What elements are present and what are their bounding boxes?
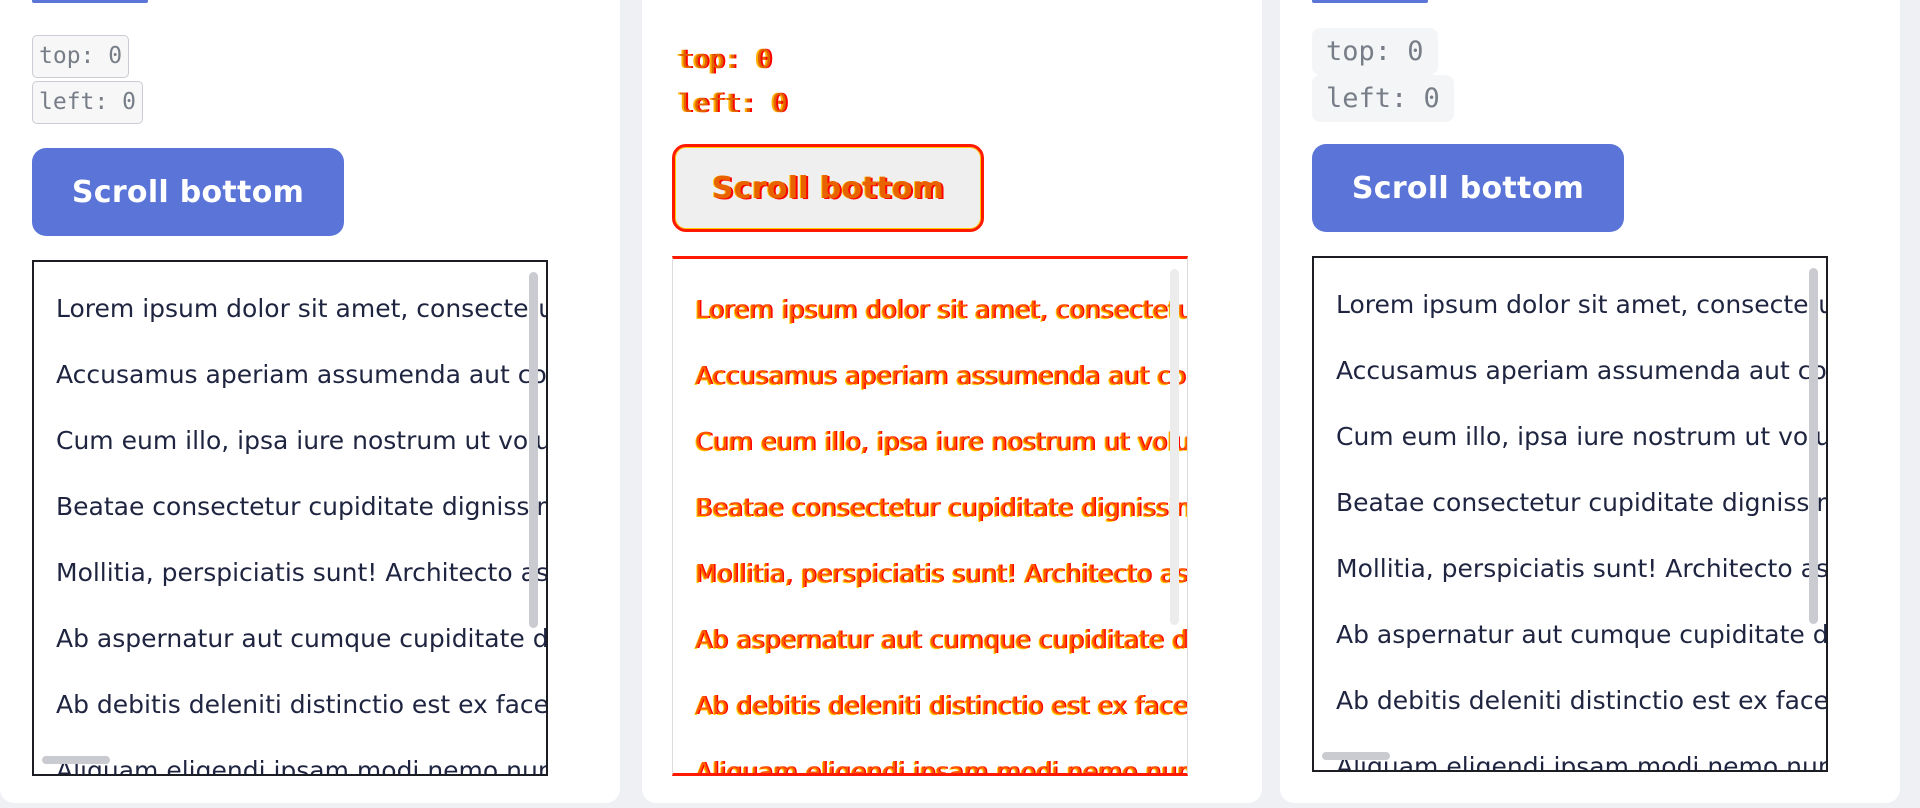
list-item: Accusamus aperiam assumenda aut consequa… — [56, 360, 546, 389]
horizontal-scrollbar[interactable] — [42, 756, 110, 764]
list-item: Cum eum illo, ipsa iure nostrum ut volup… — [695, 427, 1187, 456]
list-item: Mollitia, perspiciatis sunt! Architecto … — [695, 559, 1187, 588]
scroll-bottom-button[interactable]: Scroll bottom — [32, 148, 344, 236]
list-item: Accusamus aperiam assumenda aut consequa… — [695, 361, 1187, 390]
list-item: Mollitia, perspiciatis sunt! Architecto … — [1336, 554, 1826, 583]
list-item: Aliquam eligendi ipsam modi nemo numquam… — [56, 756, 546, 776]
scroll-container[interactable]: Lorem ipsum dolor sit amet, consectetur … — [1312, 256, 1828, 772]
list-item: Beatae consectetur cupiditate dignissimo… — [1336, 488, 1826, 517]
vertical-scrollbar[interactable] — [529, 272, 538, 628]
list-item: Ab aspernatur aut cumque cupiditate debi… — [56, 624, 548, 653]
left-coordinate: left: 0 — [1312, 75, 1454, 122]
list-item: Lorem ipsum dolor sit amet, consectetur … — [1336, 290, 1826, 319]
scroll-content: Lorem ipsum dolor sit amet, consectetur … — [1336, 272, 1828, 772]
list-item: Beatae consectetur cupiditate dignissimo… — [56, 492, 546, 521]
scroll-position-readout: top: 0 left: 0 — [32, 35, 143, 127]
actual-panel: top: 0 left: 0 Scroll bottom Lorem ipsum… — [1280, 0, 1900, 803]
top-coordinate: top: 0 — [678, 45, 772, 75]
scroll-content: Lorem ipsum dolor sit amet, consectetur … — [695, 277, 1188, 776]
visual-diff-stage: top: 0 left: 0 Scroll bottom Lorem ipsum… — [0, 0, 1920, 808]
list-item: Aliquam eligendi ipsam modi nemo numquam… — [695, 757, 1187, 776]
list-item: Ab debitis deleniti distinctio est ex fa… — [695, 691, 1188, 720]
top-coordinate: top: 0 — [32, 35, 130, 78]
vertical-scrollbar[interactable] — [1170, 269, 1179, 625]
scroll-container[interactable]: Lorem ipsum dolor sit amet, consectetur … — [32, 260, 548, 776]
list-item: Aliquam eligendi ipsam modi nemo numquam… — [1336, 752, 1826, 772]
list-item: Ab aspernatur aut cumque cupiditate debi… — [695, 625, 1188, 654]
scroll-content: Lorem ipsum dolor sit amet, consectetur … — [56, 276, 548, 776]
list-item: Lorem ipsum dolor sit amet, consectetur … — [695, 295, 1187, 324]
diff-panel: top: 0 left: 0 Scroll bottom Lorem ipsum… — [642, 0, 1262, 803]
vertical-scrollbar[interactable] — [1809, 268, 1818, 624]
list-item: Lorem ipsum dolor sit amet, consectetur … — [56, 294, 546, 323]
scroll-container[interactable]: Lorem ipsum dolor sit amet, consectetur … — [672, 256, 1188, 776]
list-item: Mollitia, perspiciatis sunt! Architecto … — [56, 558, 546, 587]
list-item: Cum eum illo, ipsa iure nostrum ut volup… — [1336, 422, 1826, 451]
tab-indicator — [32, 0, 148, 3]
left-coordinate: left: 0 — [32, 81, 143, 124]
list-item: Beatae consectetur cupiditate dignissimo… — [695, 493, 1187, 522]
list-item: Accusamus aperiam assumenda aut consequa… — [1336, 356, 1826, 385]
list-item: Ab aspernatur aut cumque cupiditate debi… — [1336, 620, 1828, 649]
left-coordinate: left: 0 — [678, 89, 788, 119]
list-item: Ab debitis deleniti distinctio est ex fa… — [1336, 686, 1828, 715]
scroll-bottom-button[interactable]: Scroll bottom — [672, 144, 984, 232]
list-item: Cum eum illo, ipsa iure nostrum ut volup… — [56, 426, 546, 455]
expected-panel: top: 0 left: 0 Scroll bottom Lorem ipsum… — [0, 0, 620, 803]
scroll-position-readout: top: 0 left: 0 — [1312, 28, 1454, 122]
horizontal-scrollbar[interactable] — [1322, 752, 1390, 760]
scroll-position-readout: top: 0 left: 0 — [678, 38, 788, 126]
top-coordinate: top: 0 — [1312, 28, 1438, 75]
scroll-bottom-button[interactable]: Scroll bottom — [1312, 144, 1624, 232]
tab-indicator — [1312, 0, 1428, 3]
list-item: Ab debitis deleniti distinctio est ex fa… — [56, 690, 548, 719]
